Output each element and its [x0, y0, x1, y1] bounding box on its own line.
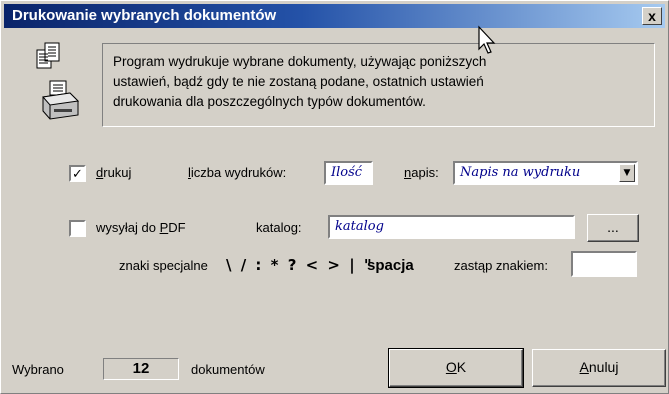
- documents-label: dokumentów: [191, 362, 265, 377]
- documents-icon: [36, 42, 60, 69]
- folder-input[interactable]: katalog: [328, 215, 575, 239]
- pdf-checkbox[interactable]: [69, 220, 86, 237]
- caption-dropdown[interactable]: Napis na wydruku ▼: [453, 161, 638, 185]
- copies-label: liczba wydruków:: [188, 165, 287, 180]
- mouse-cursor-icon: [478, 25, 496, 54]
- selected-label: Wybrano: [12, 362, 64, 377]
- pdf-label[interactable]: wysyłaj do PDF: [96, 220, 186, 235]
- cancel-button[interactable]: Anuluj: [532, 349, 666, 387]
- info-panel: Program wydrukuje wybrane dokumenty, uży…: [102, 43, 655, 127]
- copies-input[interactable]: Ilość: [324, 161, 373, 185]
- printer-icon: [42, 80, 80, 120]
- replace-char-input[interactable]: [571, 251, 637, 277]
- close-button[interactable]: x: [642, 7, 662, 25]
- caption-dropdown-value: Napis na wydruku: [460, 165, 581, 180]
- caption-label: napis:: [404, 165, 439, 180]
- special-chars: \ / : * ? < > | ": [226, 256, 374, 274]
- browse-button[interactable]: ...: [587, 214, 639, 242]
- special-chars-label: znaki specjalne: [119, 258, 208, 273]
- chevron-down-icon[interactable]: ▼: [619, 164, 635, 182]
- title-bar[interactable]: Drukowanie wybranych dokumentów x: [4, 4, 665, 28]
- info-text: Program wydrukuje wybrane dokumenty, uży…: [113, 54, 487, 109]
- dialog-window: Drukowanie wybranych dokumentów x Progra…: [0, 0, 669, 394]
- window-title: Drukowanie wybranych dokumentów: [12, 7, 277, 24]
- print-label[interactable]: drukuj: [96, 165, 131, 180]
- print-checkbox[interactable]: ✓: [69, 165, 86, 182]
- selected-count: 12: [103, 358, 179, 380]
- ok-button[interactable]: OK: [388, 348, 524, 388]
- folder-label: katalog:: [256, 220, 302, 235]
- replace-label: zastąp znakiem:: [454, 258, 548, 273]
- space-label: spacja: [367, 257, 414, 274]
